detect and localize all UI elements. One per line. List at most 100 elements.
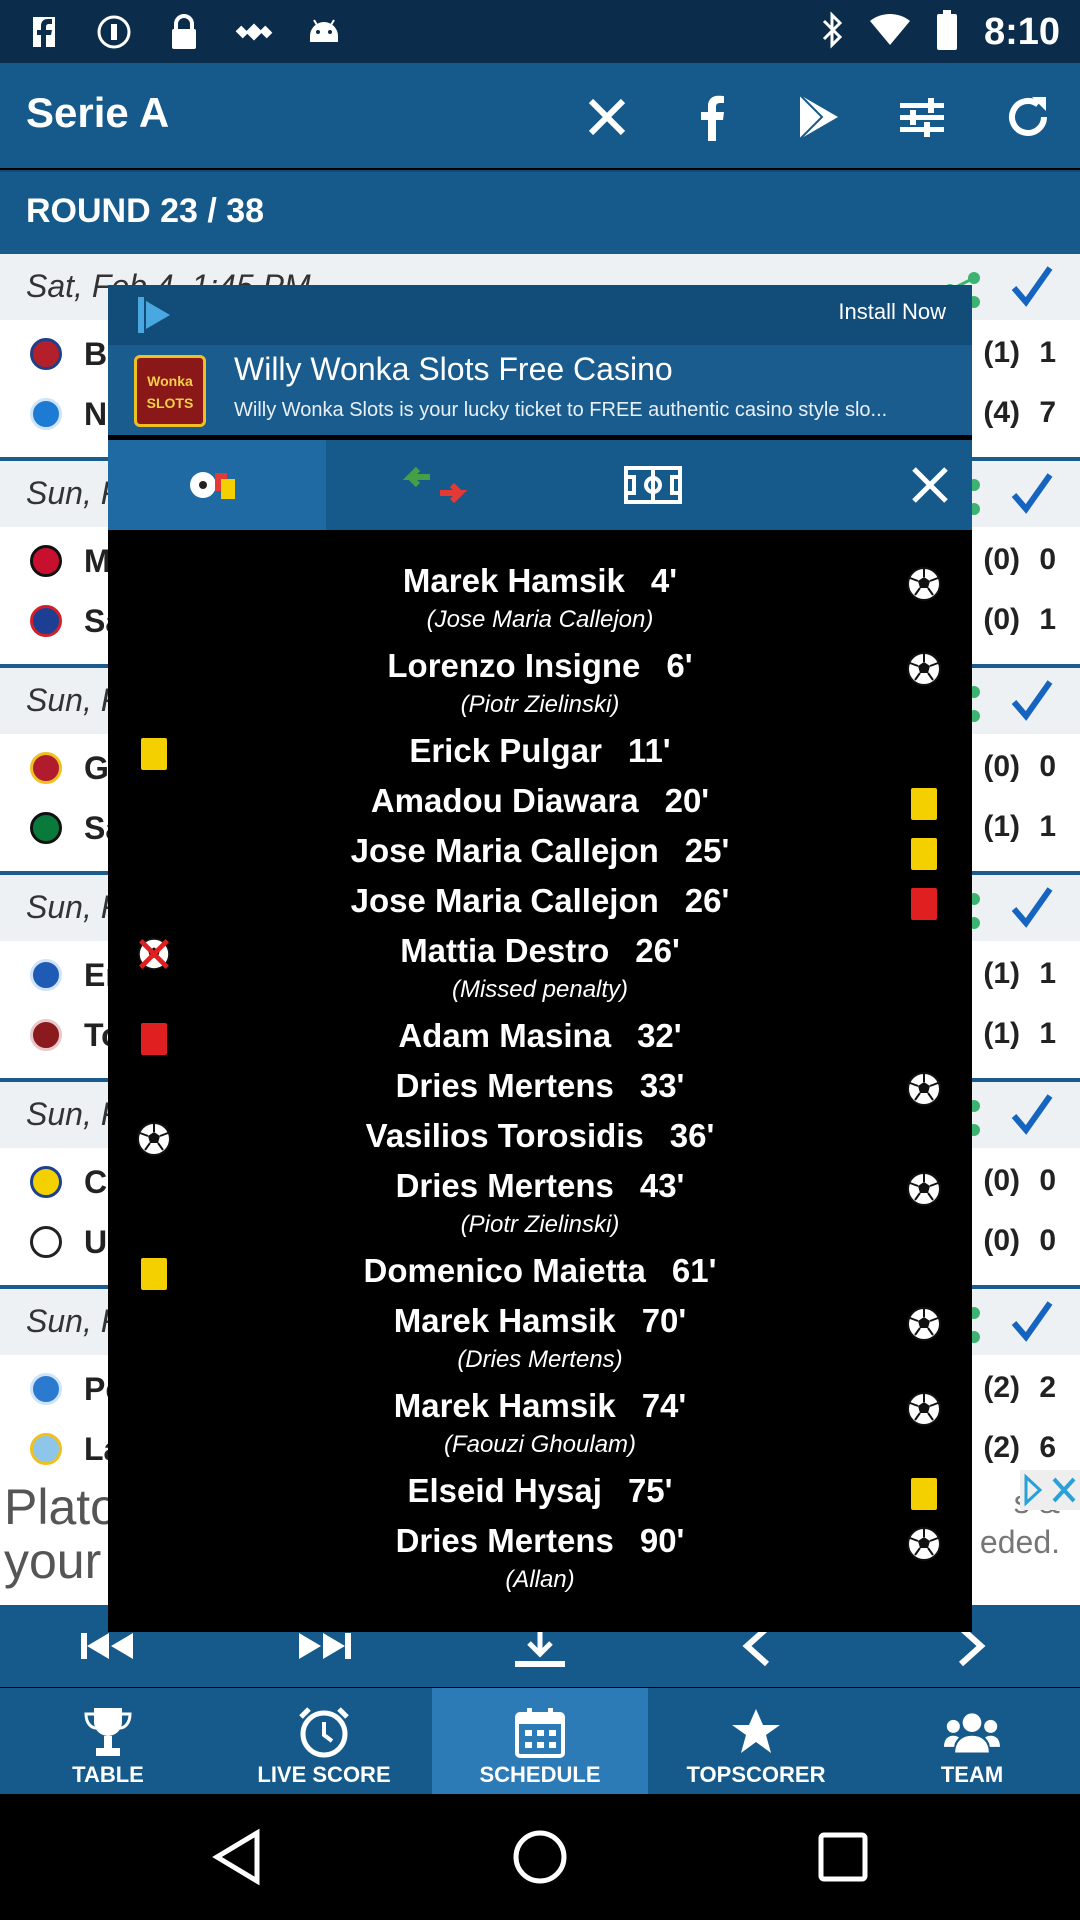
team-logo [30, 605, 62, 637]
ad-banner[interactable]: Install Now Wonka SLOTS Willy Wonka Slot… [108, 285, 972, 435]
tab-label: TABLE [72, 1762, 144, 1787]
round-label: ROUND 23 / 38 [26, 192, 265, 230]
fulltime-score: 2 [1039, 1371, 1056, 1404]
facebook-icon [24, 12, 64, 52]
event-minute: 70' [641, 1302, 687, 1339]
halftime-score: (0) [983, 603, 1020, 636]
halftime-score: (4) [983, 396, 1020, 429]
lineup-tab[interactable] [544, 440, 762, 530]
event-row: Erick Pulgar 11' [108, 732, 972, 770]
event-player: Amadou Diawara [370, 782, 639, 819]
check-icon[interactable] [1010, 469, 1054, 524]
tab-topscorer[interactable]: TOPSCORER [648, 1688, 864, 1794]
event-minute: 74' [641, 1387, 687, 1424]
dialog-close-icon[interactable] [888, 440, 972, 530]
event-row: Dries Mertens 43' [108, 1167, 972, 1205]
event-minute: 26' [635, 932, 680, 969]
match-events-dialog: Install Now Wonka SLOTS Willy Wonka Slot… [108, 285, 972, 1632]
halftime-score: (2) [983, 1431, 1020, 1464]
team-logo [30, 752, 62, 784]
event-minute: 4' [650, 562, 678, 599]
event-row: Adam Masina 32' [108, 1017, 972, 1055]
recents-icon[interactable] [808, 1822, 878, 1892]
event-note: (Jose Maria Callejon) [426, 606, 654, 633]
play-store-icon[interactable] [788, 87, 848, 147]
ad-close-icon[interactable] [1020, 1470, 1080, 1510]
team-name: M [84, 543, 111, 579]
halftime-score: (0) [983, 543, 1020, 576]
substitutions-tab[interactable] [326, 440, 544, 530]
calendar-icon [512, 1704, 568, 1760]
event-player: Dries Mertens [395, 1167, 614, 1204]
trophy-icon [80, 1704, 136, 1760]
install-now-button[interactable]: Install Now [838, 299, 946, 325]
goal-icon [136, 1121, 172, 1157]
event-minute: 20' [664, 782, 710, 819]
halftime-score: (0) [983, 1224, 1020, 1257]
team-logo [30, 338, 62, 370]
status-bar: 8:10 [0, 0, 1080, 63]
close-icon[interactable] [577, 87, 637, 147]
data-saver-icon [94, 12, 134, 52]
fulltime-score: 1 [1039, 603, 1056, 636]
event-player: Dries Mertens [395, 1067, 614, 1104]
team-logo [30, 1373, 62, 1405]
yellow-card-icon [906, 786, 942, 822]
event-player: Marek Hamsik [393, 1302, 616, 1339]
check-icon[interactable] [1010, 1090, 1054, 1145]
event-row: Jose Maria Callejon 26' [108, 882, 972, 920]
filter-icon[interactable] [892, 87, 952, 147]
status-time: 8:10 [983, 11, 1060, 53]
fulltime-score: 0 [1039, 1164, 1056, 1197]
round-header: ROUND 23 / 38 [0, 170, 1080, 250]
event-minute: 25' [684, 832, 730, 869]
tab-schedule[interactable]: SCHEDULE [432, 1688, 648, 1794]
fulltime-score: 0 [1039, 750, 1056, 783]
tab-table[interactable]: TABLE [0, 1688, 216, 1794]
ad-topbar: Install Now [108, 285, 972, 345]
halftime-score: (1) [983, 957, 1020, 990]
fulltime-score: 1 [1039, 336, 1056, 369]
back-icon[interactable] [202, 1822, 272, 1892]
goal-icon [906, 1306, 942, 1342]
events-list: Marek Hamsik 4' (Jose Maria Callejon) Loren… [108, 530, 972, 1630]
goal-icon [906, 1526, 942, 1562]
events-tab[interactable] [108, 440, 326, 530]
event-player: Marek Hamsik [393, 1387, 616, 1424]
fulltime-score: 7 [1039, 396, 1056, 429]
fulltime-score: 1 [1039, 810, 1056, 843]
check-icon[interactable] [1010, 262, 1054, 317]
tab-live-score[interactable]: LIVE SCORE [216, 1688, 432, 1794]
event-minute: 75' [627, 1472, 673, 1509]
fake-gps-icon [234, 12, 274, 52]
event-player: Domenico Maietta [363, 1252, 646, 1289]
bottom-tab-bar: TABLE LIVE SCORE SCHEDULE TOPSCORER TEAM [0, 1688, 1080, 1794]
team-logo [30, 1433, 62, 1465]
check-icon[interactable] [1010, 1297, 1054, 1352]
halftime-score: (1) [983, 336, 1020, 369]
event-minute: 6' [666, 647, 693, 684]
event-note: (Missed penalty) [451, 976, 629, 1003]
event-player: Mattia Destro [400, 932, 610, 969]
star-icon [728, 1704, 784, 1760]
tab-team[interactable]: TEAM [864, 1688, 1080, 1794]
event-minute: 26' [684, 882, 730, 919]
check-icon[interactable] [1010, 676, 1054, 731]
event-player: Elseid Hysaj [407, 1472, 602, 1509]
event-note: (Allan) [505, 1566, 575, 1593]
refresh-icon[interactable] [998, 87, 1058, 147]
home-icon[interactable] [505, 1822, 575, 1892]
event-player: Jose Maria Callejon [350, 882, 659, 919]
facebook-share-icon[interactable] [682, 87, 742, 147]
bottom-ad-text: Plato your [0, 1480, 118, 1588]
check-icon[interactable] [1010, 883, 1054, 938]
page-title: Serie A [26, 89, 170, 136]
system-nav-bar [0, 1794, 1080, 1920]
fulltime-score: 0 [1039, 543, 1056, 576]
event-minute: 33' [639, 1067, 685, 1104]
event-row: Mattia Destro 26' [108, 932, 972, 970]
event-row: Jose Maria Callejon 25' [108, 832, 972, 870]
goal-icon [906, 566, 942, 602]
event-player: Lorenzo Insigne [387, 647, 641, 684]
wifi-icon [869, 13, 910, 52]
